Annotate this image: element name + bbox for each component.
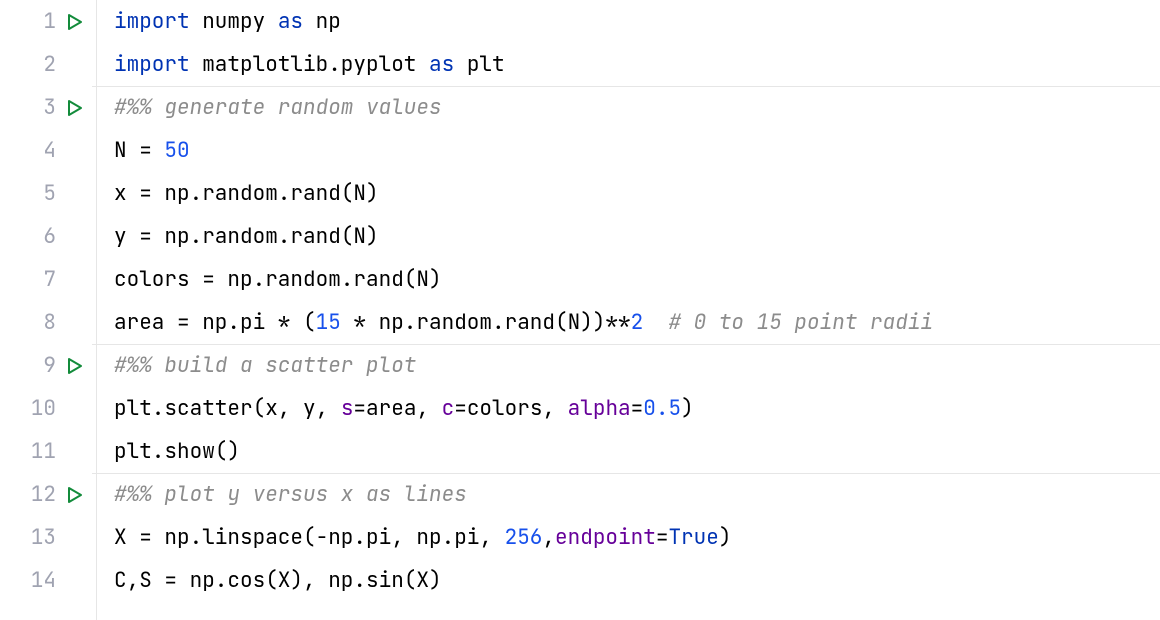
code-token: , (542, 524, 555, 551)
run-cell-icon[interactable] (66, 486, 84, 504)
code-content[interactable]: y = np.random.rand(N) (102, 226, 1160, 247)
line-number[interactable]: 13 (0, 527, 64, 548)
line-number[interactable]: 11 (0, 441, 64, 462)
run-cell-icon[interactable] (66, 99, 84, 117)
code-line[interactable]: 14 C,S = np.cos(X), np.sin(X) (0, 559, 1160, 602)
code-line[interactable]: 12 #%% plot y versus x as lines (0, 473, 1160, 516)
line-number[interactable]: 7 (0, 269, 64, 290)
code-content[interactable]: N = 50 (102, 140, 1160, 161)
code-token: import (114, 51, 190, 78)
code-token: plt.show() (114, 438, 240, 465)
code-token: endpoint (555, 524, 656, 551)
line-number[interactable]: 6 (0, 226, 64, 247)
line-number[interactable]: 9 (0, 355, 64, 376)
line-number[interactable]: 3 (0, 97, 64, 118)
code-line[interactable]: 9 #%% build a scatter plot (0, 344, 1160, 387)
code-content[interactable]: X = np.linspace(-np.pi, np.pi, 256,endpo… (102, 527, 1160, 548)
code-token: as (429, 51, 454, 78)
code-content[interactable]: area = np.pi * (15 * np.random.rand(N))*… (102, 312, 1160, 333)
code-token: matplotlib.pyplot (190, 51, 429, 78)
code-token: as (278, 8, 303, 35)
code-token: numpy (190, 8, 278, 35)
code-token: y = np.random.rand(N) (114, 223, 379, 250)
code-token: import (114, 8, 190, 35)
code-token: =colors, (454, 395, 567, 422)
code-token: alpha (568, 395, 631, 422)
code-content[interactable]: import numpy as np (102, 11, 1160, 32)
code-line[interactable]: 13 X = np.linspace(-np.pi, np.pi, 256,end… (0, 516, 1160, 559)
code-token: X = np.linspace(-np.pi, np.pi, (114, 524, 505, 551)
code-content[interactable]: C,S = np.cos(X), np.sin(X) (102, 570, 1160, 591)
line-number[interactable]: 10 (0, 398, 64, 419)
line-number[interactable]: 14 (0, 570, 64, 591)
code-token: # 0 to 15 point radii (668, 309, 933, 336)
code-token: area = np.pi * ( (114, 309, 316, 336)
code-token: #%% generate random values (114, 94, 442, 121)
code-content[interactable]: plt.scatter(x, y, s=area, c=colors, alph… (102, 398, 1160, 419)
run-cell-icon[interactable] (66, 357, 84, 375)
line-number[interactable]: 12 (0, 484, 64, 505)
code-token: 256 (505, 524, 543, 551)
code-token: #%% build a scatter plot (114, 352, 416, 379)
code-token: plt (454, 51, 504, 78)
code-token: 15 (316, 309, 341, 336)
code-line[interactable]: 4 N = 50 (0, 129, 1160, 172)
code-token: * np.random.rand(N))** (341, 309, 631, 336)
code-token: x = np.random.rand(N) (114, 180, 379, 207)
code-token: s (341, 395, 354, 422)
code-lines-container: 1 import numpy as np 2 import matplotlib.py… (0, 0, 1160, 602)
code-token: = (631, 395, 644, 422)
code-token: 2 (631, 309, 644, 336)
line-number[interactable]: 1 (0, 11, 64, 32)
code-line[interactable]: 10 plt.scatter(x, y, s=area, c=colors, al… (0, 387, 1160, 430)
run-cell-gutter[interactable] (64, 99, 102, 117)
code-token: 0.5 (643, 395, 681, 422)
code-token: plt.scatter(x, y, (114, 395, 341, 422)
code-token (643, 309, 668, 336)
code-line[interactable]: 6 y = np.random.rand(N) (0, 215, 1160, 258)
code-token: 50 (164, 137, 189, 164)
code-line[interactable]: 11 plt.show() (0, 430, 1160, 473)
code-line[interactable]: 1 import numpy as np (0, 0, 1160, 43)
code-token: =area, (353, 395, 441, 422)
code-content[interactable]: #%% plot y versus x as lines (102, 484, 1160, 505)
code-content[interactable]: colors = np.random.rand(N) (102, 269, 1160, 290)
code-token: c (442, 395, 455, 422)
line-number[interactable]: 8 (0, 312, 64, 333)
run-cell-gutter[interactable] (64, 357, 102, 375)
code-line[interactable]: 8 area = np.pi * (15 * np.random.rand(N))… (0, 301, 1160, 344)
code-token: True (668, 524, 718, 551)
line-number[interactable]: 2 (0, 54, 64, 75)
code-editor[interactable]: 1 import numpy as np 2 import matplotlib.py… (0, 0, 1160, 620)
code-content[interactable]: plt.show() (102, 441, 1160, 462)
code-content[interactable]: x = np.random.rand(N) (102, 183, 1160, 204)
run-cell-icon[interactable] (66, 13, 84, 31)
code-token: N = (114, 137, 164, 164)
run-cell-gutter[interactable] (64, 486, 102, 504)
code-line[interactable]: 7 colors = np.random.rand(N) (0, 258, 1160, 301)
code-token: np (303, 8, 341, 35)
code-line[interactable]: 5 x = np.random.rand(N) (0, 172, 1160, 215)
line-number[interactable]: 5 (0, 183, 64, 204)
code-token: #%% plot y versus x as lines (114, 481, 467, 508)
code-content[interactable]: #%% generate random values (102, 97, 1160, 118)
code-token: colors = np.random.rand(N) (114, 266, 442, 293)
code-token: ) (681, 395, 694, 422)
code-line[interactable]: 3 #%% generate random values (0, 86, 1160, 129)
line-number[interactable]: 4 (0, 140, 64, 161)
code-content[interactable]: #%% build a scatter plot (102, 355, 1160, 376)
code-token: ) (719, 524, 732, 551)
code-content[interactable]: import matplotlib.pyplot as plt (102, 54, 1160, 75)
code-token: C,S = np.cos(X), np.sin(X) (114, 567, 442, 594)
code-token: = (656, 524, 669, 551)
code-line[interactable]: 2 import matplotlib.pyplot as plt (0, 43, 1160, 86)
